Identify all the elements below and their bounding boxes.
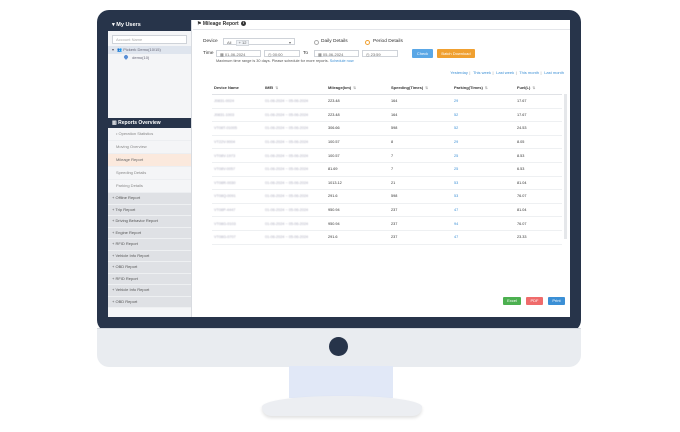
device-label: Device	[203, 39, 218, 44]
time-label: Time	[203, 51, 214, 56]
quick-last-month[interactable]: Last month	[544, 70, 564, 75]
sidebar-title: ▾ My Users	[108, 20, 191, 31]
tree-item-child[interactable]: demo(10)	[108, 54, 191, 62]
col-parking[interactable]: Parking(Times) ⇅	[452, 81, 515, 95]
start-date-input[interactable]: ▦ 01-06-2024	[216, 50, 261, 57]
daily-details-label: Daily Details	[321, 39, 348, 44]
table-row[interactable]: VT08G-0707 01-06-2024 ~ 05-06-2024 291.6 23…	[212, 230, 562, 245]
sort-icon: ⇅	[425, 86, 429, 90]
quick-range-links: Yesterday | This week | Last week | This mo…	[450, 70, 564, 75]
schedule-now-link[interactable]: Schedule now	[330, 59, 354, 63]
menu-item-speeding-details[interactable]: Speeding Details	[108, 167, 191, 180]
table-row[interactable]: VT22V-9004 01-06-2024 ~ 05-06-2024 100.57 8…	[212, 135, 562, 150]
print-button[interactable]: Print	[548, 297, 565, 305]
table-body: J0831-0024 01-06-2024 ~ 05-06-2024 223.48 1…	[212, 94, 562, 245]
category-rfid-report-2[interactable]: + RFID Report	[108, 273, 191, 285]
category-rfid-report[interactable]: + RFID Report	[108, 239, 191, 251]
to-label: To	[303, 51, 309, 56]
screen: ▾ My Users Account Name ▾ 👥 Pickerk Demo…	[108, 20, 570, 317]
table-row[interactable]: VT08P-4447 01-06-2024 ~ 05-06-2024 950.94 2…	[212, 203, 562, 218]
caret-down-icon[interactable]: ▾	[112, 22, 115, 28]
reports-overview-header[interactable]: ▥ Reports Overview	[108, 118, 191, 128]
table-row[interactable]: J0831-0024 01-06-2024 ~ 05-06-2024 223.48 1…	[212, 94, 562, 109]
calendar-icon: ▦	[220, 52, 224, 57]
monitor-stand-neck	[289, 366, 393, 398]
quick-last-week[interactable]: Last week	[496, 70, 514, 75]
table-scrollbar[interactable]	[564, 94, 567, 239]
menu-item-moving-overview[interactable]: Moving Overview	[108, 141, 191, 154]
report-category-list: + Offline Report + Trip Report + Driving…	[108, 193, 191, 308]
check-button[interactable]: Check	[412, 49, 433, 58]
end-time-input[interactable]: ◷ 23:59	[362, 50, 398, 57]
category-offline-report[interactable]: + Offline Report	[108, 193, 191, 205]
table-row[interactable]: J0831-1003 01-06-2024 ~ 05-06-2024 223.48 1…	[212, 108, 562, 123]
calendar-icon: ▦	[318, 52, 322, 57]
quick-yesterday[interactable]: Yesterday	[450, 70, 468, 75]
batch-download-button[interactable]: Batch Download	[437, 49, 475, 58]
device-count-tag: + 12	[235, 40, 250, 46]
main-panel: ⚑ Mileage Report i Device All + 12 ▾ Dai…	[193, 20, 570, 317]
sidebar: ▾ My Users Account Name ▾ 👥 Pickerk Demo…	[108, 20, 192, 317]
sort-icon: ⇅	[353, 86, 357, 90]
tree-item-parent[interactable]: ▾ 👥 Pickerk Demo(10/15)	[108, 46, 191, 54]
end-date-input[interactable]: ▦ 05-06-2024	[314, 50, 359, 57]
category-vehicle-info-report[interactable]: + Vehicle Info Report	[108, 250, 191, 262]
category-trip-report[interactable]: + Trip Report	[108, 204, 191, 216]
info-icon[interactable]: i	[241, 21, 247, 27]
chevron-down-icon: ▾	[288, 40, 291, 45]
col-device-name[interactable]: Device Name	[212, 81, 263, 95]
time-range-note: Maximum time range is 30 days. Please sc…	[216, 59, 354, 63]
col-imei[interactable]: IMEI ⇅	[263, 81, 326, 95]
quick-this-month[interactable]: This month	[519, 70, 539, 75]
clock-icon: ◷	[268, 52, 272, 57]
daily-details-radio[interactable]	[314, 39, 319, 45]
account-search-input[interactable]: Account Name	[112, 35, 187, 44]
mileage-table: Device Name IMEI ⇅ Mileage(km) ⇅ Speeding(…	[212, 81, 562, 245]
report-submenu: • Operation Statistics Moving Overview M…	[108, 128, 191, 193]
table-row[interactable]: VT08T-01005 01-06-2024 ~ 05-06-2024 306.66…	[212, 121, 562, 136]
caret-down-icon[interactable]: ▾	[112, 46, 114, 54]
sort-icon: ⇅	[484, 86, 488, 90]
col-speeding[interactable]: Speeding(Times) ⇅	[389, 81, 452, 95]
menu-item-operation-statistics[interactable]: • Operation Statistics	[108, 128, 191, 141]
table-header-row: Device Name IMEI ⇅ Mileage(km) ⇅ Speeding(…	[212, 81, 562, 95]
table-row[interactable]: VT08Q-0091 01-06-2024 ~ 05-06-2024 291.6 59…	[212, 189, 562, 204]
col-mileage[interactable]: Mileage(km) ⇅	[326, 81, 389, 95]
period-details-label: Period Details	[373, 39, 403, 44]
sort-icon: ⇅	[532, 86, 536, 90]
start-time-input[interactable]: ◷ 00:00	[264, 50, 300, 57]
table-row[interactable]: VT08R-0030 01-06-2024 ~ 05-06-2024 1013.12…	[212, 176, 562, 191]
category-obd-report[interactable]: + OBD Report	[108, 262, 191, 274]
excel-export-button[interactable]: Excel	[503, 297, 521, 305]
quick-this-week[interactable]: This week	[473, 70, 491, 75]
sort-icon: ⇅	[275, 86, 279, 90]
monitor-stand-base	[262, 396, 422, 416]
page-title: ⚑ Mileage Report i	[193, 20, 570, 30]
clock-icon: ◷	[366, 52, 370, 57]
device-select[interactable]: All + 12 ▾	[223, 38, 295, 46]
menu-item-mileage-report[interactable]: Mileage Report	[108, 154, 191, 167]
table-row[interactable]: VT08V-0057 01-06-2024 ~ 05-06-2024 81.69 7 2…	[212, 162, 562, 177]
category-vehicle-info-report-2[interactable]: + Vehicle Info Report	[108, 285, 191, 297]
table-row[interactable]: VT08V-1973 01-06-2024 ~ 05-06-2024 100.57 7…	[212, 148, 562, 163]
pdf-export-button[interactable]: PDF	[526, 297, 543, 305]
power-button	[329, 337, 348, 356]
category-driving-behavior-report[interactable]: + Driving Behavior Report	[108, 216, 191, 228]
user-group-icon: 👥	[117, 47, 123, 52]
menu-item-parking-details[interactable]: Parking Details	[108, 180, 191, 193]
col-fuel[interactable]: Fuel(L) ⇅	[515, 81, 562, 95]
flag-icon: ⚑	[197, 21, 202, 27]
chart-icon: ▥	[112, 120, 117, 126]
table-row[interactable]: VT08G-0103 01-06-2024 ~ 05-06-2024 950.94 2…	[212, 216, 562, 231]
location-pin-icon	[123, 54, 129, 60]
category-engine-report[interactable]: + Engine Report	[108, 227, 191, 239]
category-obd-report-2[interactable]: + OBD Report	[108, 296, 191, 308]
period-details-radio[interactable]	[365, 39, 370, 45]
